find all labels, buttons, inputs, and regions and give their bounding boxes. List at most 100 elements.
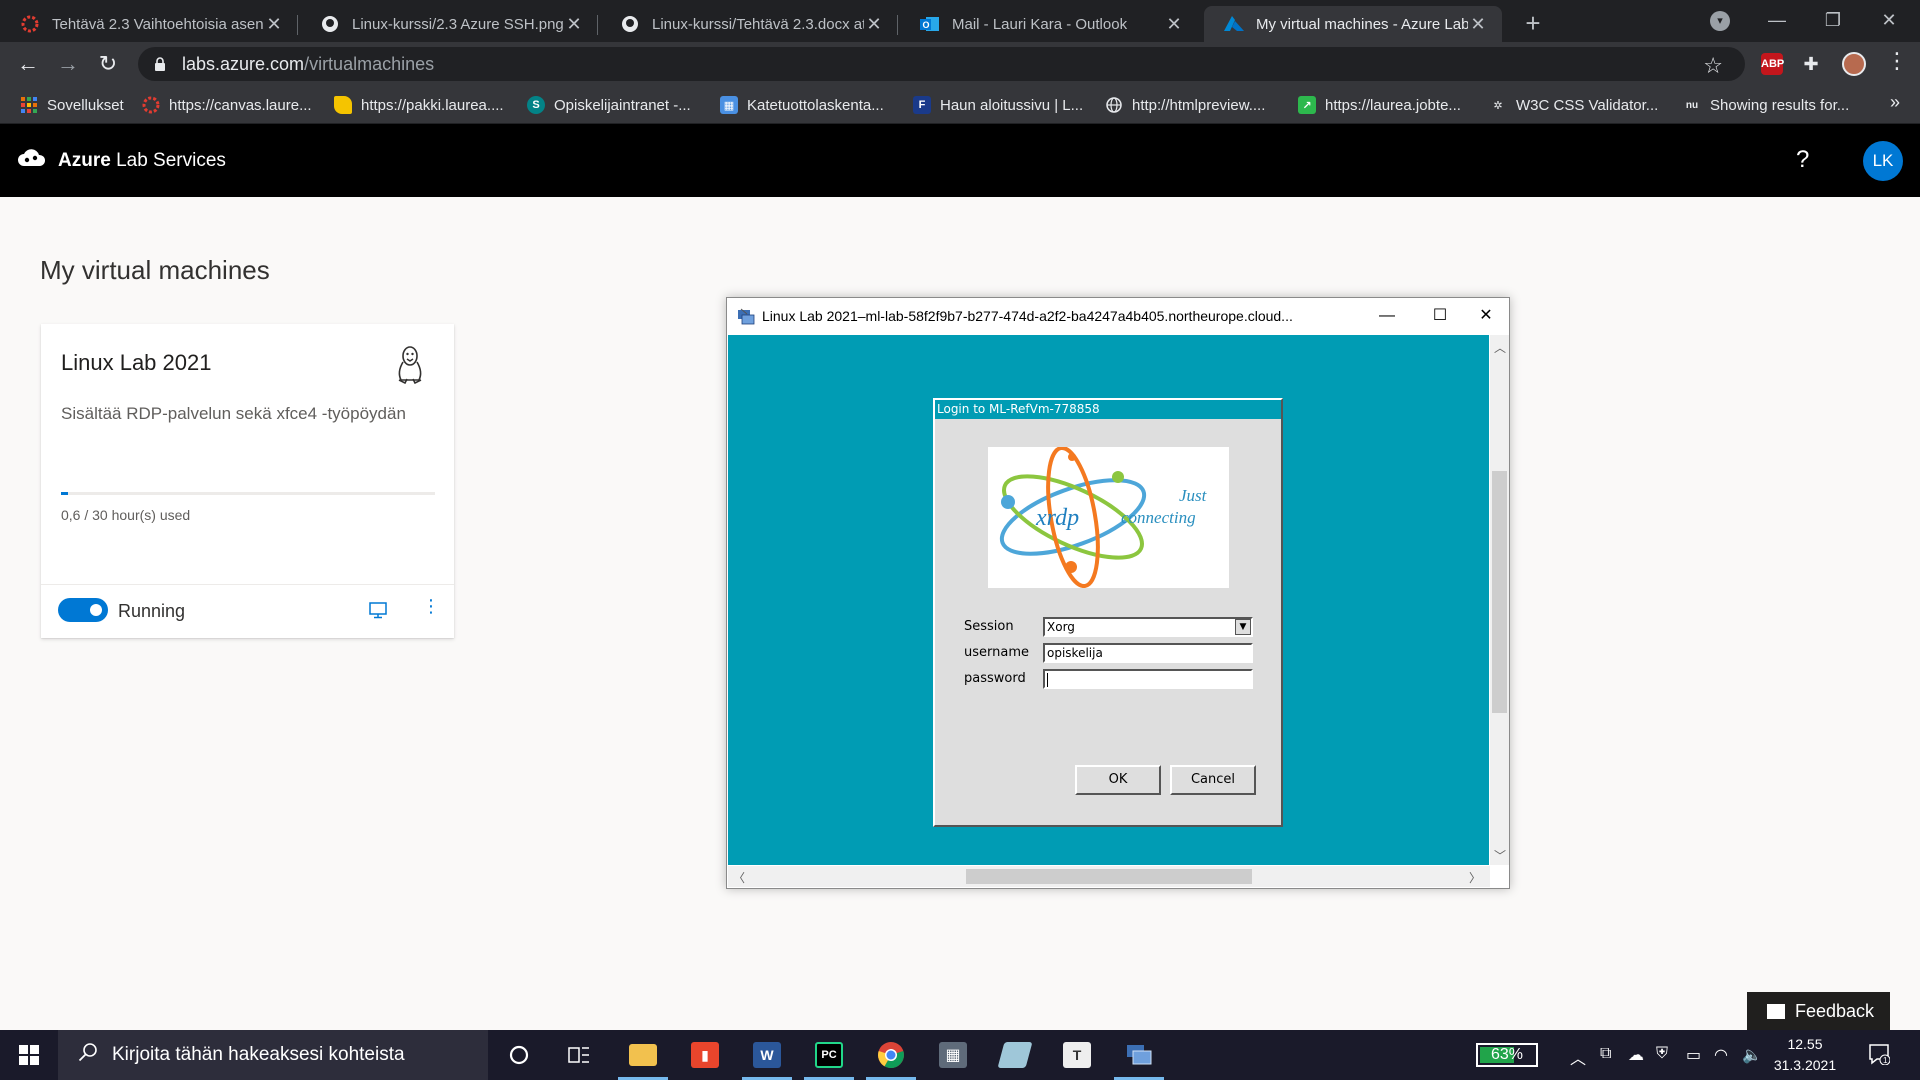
sharepoint-icon: S (527, 96, 545, 114)
bookmark-item[interactable]: F Haun aloitussivu | L... (913, 94, 1083, 116)
feedback-button[interactable]: Feedback (1747, 992, 1890, 1030)
feedback-label: Feedback (1795, 1000, 1875, 1021)
bookmark-star-icon[interactable]: ☆ (1703, 53, 1723, 79)
github-icon (620, 14, 640, 34)
browser-tab[interactable]: Tehtävä 2.3 Vaihtoehtoisia asennu ✕ (0, 6, 298, 42)
cortana-icon[interactable] (490, 1030, 548, 1080)
forward-icon[interactable]: → (54, 50, 82, 78)
restore-window-button[interactable]: ❐ (1810, 6, 1856, 34)
more-bookmarks-icon[interactable]: » (1890, 92, 1900, 113)
bookmark-item[interactable]: S Opiskelijaintranet -... (527, 94, 691, 116)
remote-desktop-area[interactable]: Login to ML-RefVm-778858 xrdp Just conne… (728, 335, 1489, 865)
vm-power-toggle[interactable] (58, 598, 108, 622)
rdp-maximize-button[interactable]: ☐ (1417, 302, 1463, 330)
typora-icon[interactable]: T (1048, 1030, 1106, 1080)
show-hidden-icons-chevron-icon[interactable]: ︿ (1570, 1045, 1586, 1069)
chrome-icon[interactable] (862, 1030, 920, 1080)
connect-monitor-icon[interactable] (368, 600, 388, 620)
scroll-up-icon[interactable]: ︿ (1494, 339, 1506, 356)
vm-more-options-icon[interactable]: ⋮ (422, 596, 440, 617)
close-tab-icon[interactable]: ✕ (264, 14, 284, 35)
app-brand[interactable]: Azure Lab Services (58, 150, 226, 172)
rdp-minimize-button[interactable]: — (1364, 302, 1410, 330)
bookmark-item[interactable]: http://htmlpreview.... (1105, 94, 1265, 116)
session-select[interactable]: Xorg ▼ (1043, 617, 1253, 637)
calculator-icon[interactable]: ▦ (924, 1030, 982, 1080)
browser-tab-active[interactable]: My virtual machines - Azure Lab S ✕ (1204, 6, 1502, 42)
rdp-close-button[interactable]: ✕ (1463, 302, 1509, 330)
pycharm-icon[interactable]: PC (800, 1030, 858, 1080)
remote-desktop-taskbar-icon[interactable] (1110, 1030, 1168, 1080)
password-input[interactable] (1043, 669, 1253, 689)
remote-desktop-icon (737, 308, 755, 326)
back-icon[interactable]: ← (14, 50, 42, 78)
taskbar-search-box[interactable]: Kirjoita tähän hakeaksesi kohteista (58, 1030, 488, 1080)
xrdp-dialog-title[interactable]: Login to ML-RefVm-778858 (935, 400, 1281, 419)
bookmark-item[interactable]: nu Showing results for... (1683, 94, 1849, 116)
reload-icon[interactable]: ↻ (94, 50, 122, 78)
tab-search-icon[interactable]: ▾ (1710, 11, 1730, 31)
bookmark-apps[interactable]: Sovellukset (20, 94, 124, 116)
office-icon[interactable]: ▮ (676, 1030, 734, 1080)
security-center-icon[interactable]: ⛨ (1656, 1045, 1668, 1063)
close-tab-icon[interactable]: ✕ (564, 14, 584, 35)
azure-lab-cloud-icon[interactable] (18, 148, 46, 168)
bookmark-item[interactable]: https://pakki.laurea.... (334, 94, 504, 116)
tab-title: Linux-kurssi/Tehtävä 2.3.docx at r (652, 15, 864, 33)
browser-tab[interactable]: Linux-kurssi/2.3 Azure SSH.png a ✕ (300, 6, 598, 42)
browser-tab[interactable]: Linux-kurssi/Tehtävä 2.3.docx at r ✕ (600, 6, 898, 42)
ok-button[interactable]: OK (1075, 765, 1161, 795)
bookmark-item[interactable]: ✲ W3C CSS Validator... (1489, 94, 1658, 116)
minimize-window-button[interactable]: — (1754, 6, 1800, 34)
wifi-icon[interactable]: ◠ (1714, 1045, 1728, 1065)
bookmark-item[interactable]: ▦ Katetuottolaskenta... (720, 94, 884, 116)
rdp-horizontal-scrollbar[interactable]: 〈 〉 (728, 866, 1490, 887)
scrollbar-thumb[interactable] (966, 869, 1252, 884)
meet-now-icon[interactable]: ⧉ (1600, 1045, 1611, 1063)
page-title: My virtual machines (40, 255, 270, 285)
windows-start-button[interactable] (0, 1030, 58, 1080)
browser-tab[interactable]: O Mail - Lauri Kara - Outlook ✕ (900, 6, 1198, 42)
battery-tray-icon[interactable]: ▭ (1686, 1045, 1701, 1065)
close-tab-icon[interactable]: ✕ (1164, 14, 1184, 35)
profile-avatar[interactable] (1842, 52, 1866, 76)
notes-app-icon[interactable] (986, 1030, 1044, 1080)
dropdown-arrow-icon[interactable]: ▼ (1235, 619, 1251, 635)
file-explorer-icon[interactable] (614, 1030, 672, 1080)
user-avatar[interactable]: LK (1863, 141, 1903, 181)
scroll-right-icon[interactable]: 〉 (1469, 869, 1481, 886)
address-bar[interactable]: labs.azure.com/virtualmachines ☆ (138, 47, 1745, 81)
pakki-icon (334, 96, 352, 114)
clock-time: 12.55 (1787, 1036, 1823, 1052)
extensions-puzzle-icon[interactable]: ✚ (1800, 53, 1822, 75)
help-icon[interactable]: ? (1796, 146, 1809, 174)
close-tab-icon[interactable]: ✕ (864, 14, 884, 35)
bookmark-item[interactable]: https://canvas.laure... (142, 94, 312, 116)
task-view-icon[interactable] (550, 1030, 608, 1080)
username-label: username (964, 645, 1029, 660)
notification-center-icon[interactable]: 1 (1868, 1043, 1891, 1071)
rdp-vertical-scrollbar[interactable]: ︿ ﹀ (1490, 335, 1509, 865)
session-value: Xorg (1047, 620, 1075, 634)
taskbar-clock[interactable]: 12.55 31.3.2021 (1770, 1034, 1840, 1076)
volume-icon[interactable]: 🔈 (1742, 1045, 1762, 1065)
adblock-extension-icon[interactable]: ABP (1761, 53, 1784, 75)
f-letter-icon: F (913, 96, 931, 114)
browser-menu-icon[interactable]: ⋮ (1886, 48, 1908, 74)
battery-indicator[interactable]: 63% (1476, 1043, 1538, 1067)
word-icon[interactable]: W (738, 1030, 796, 1080)
scrollbar-thumb[interactable] (1492, 471, 1507, 713)
scroll-down-icon[interactable]: ﹀ (1494, 847, 1506, 864)
username-input[interactable]: opiskelija (1043, 643, 1253, 663)
cancel-button[interactable]: Cancel (1170, 765, 1256, 795)
close-tab-icon[interactable]: ✕ (1468, 14, 1488, 35)
scroll-left-icon[interactable]: 〈 (733, 869, 745, 886)
onedrive-cloud-icon[interactable]: ☁ (1628, 1045, 1644, 1065)
rdp-titlebar[interactable]: Linux Lab 2021–ml-lab-58f2f9b7-b277-474d… (727, 298, 1509, 334)
feedback-comment-icon (1767, 1003, 1785, 1019)
close-window-button[interactable]: ✕ (1866, 6, 1912, 34)
search-icon (78, 1042, 98, 1068)
bookmark-item[interactable]: ↗ https://laurea.jobte... (1298, 94, 1461, 116)
apps-grid-icon (20, 96, 38, 114)
new-tab-button[interactable]: + (1519, 8, 1547, 39)
